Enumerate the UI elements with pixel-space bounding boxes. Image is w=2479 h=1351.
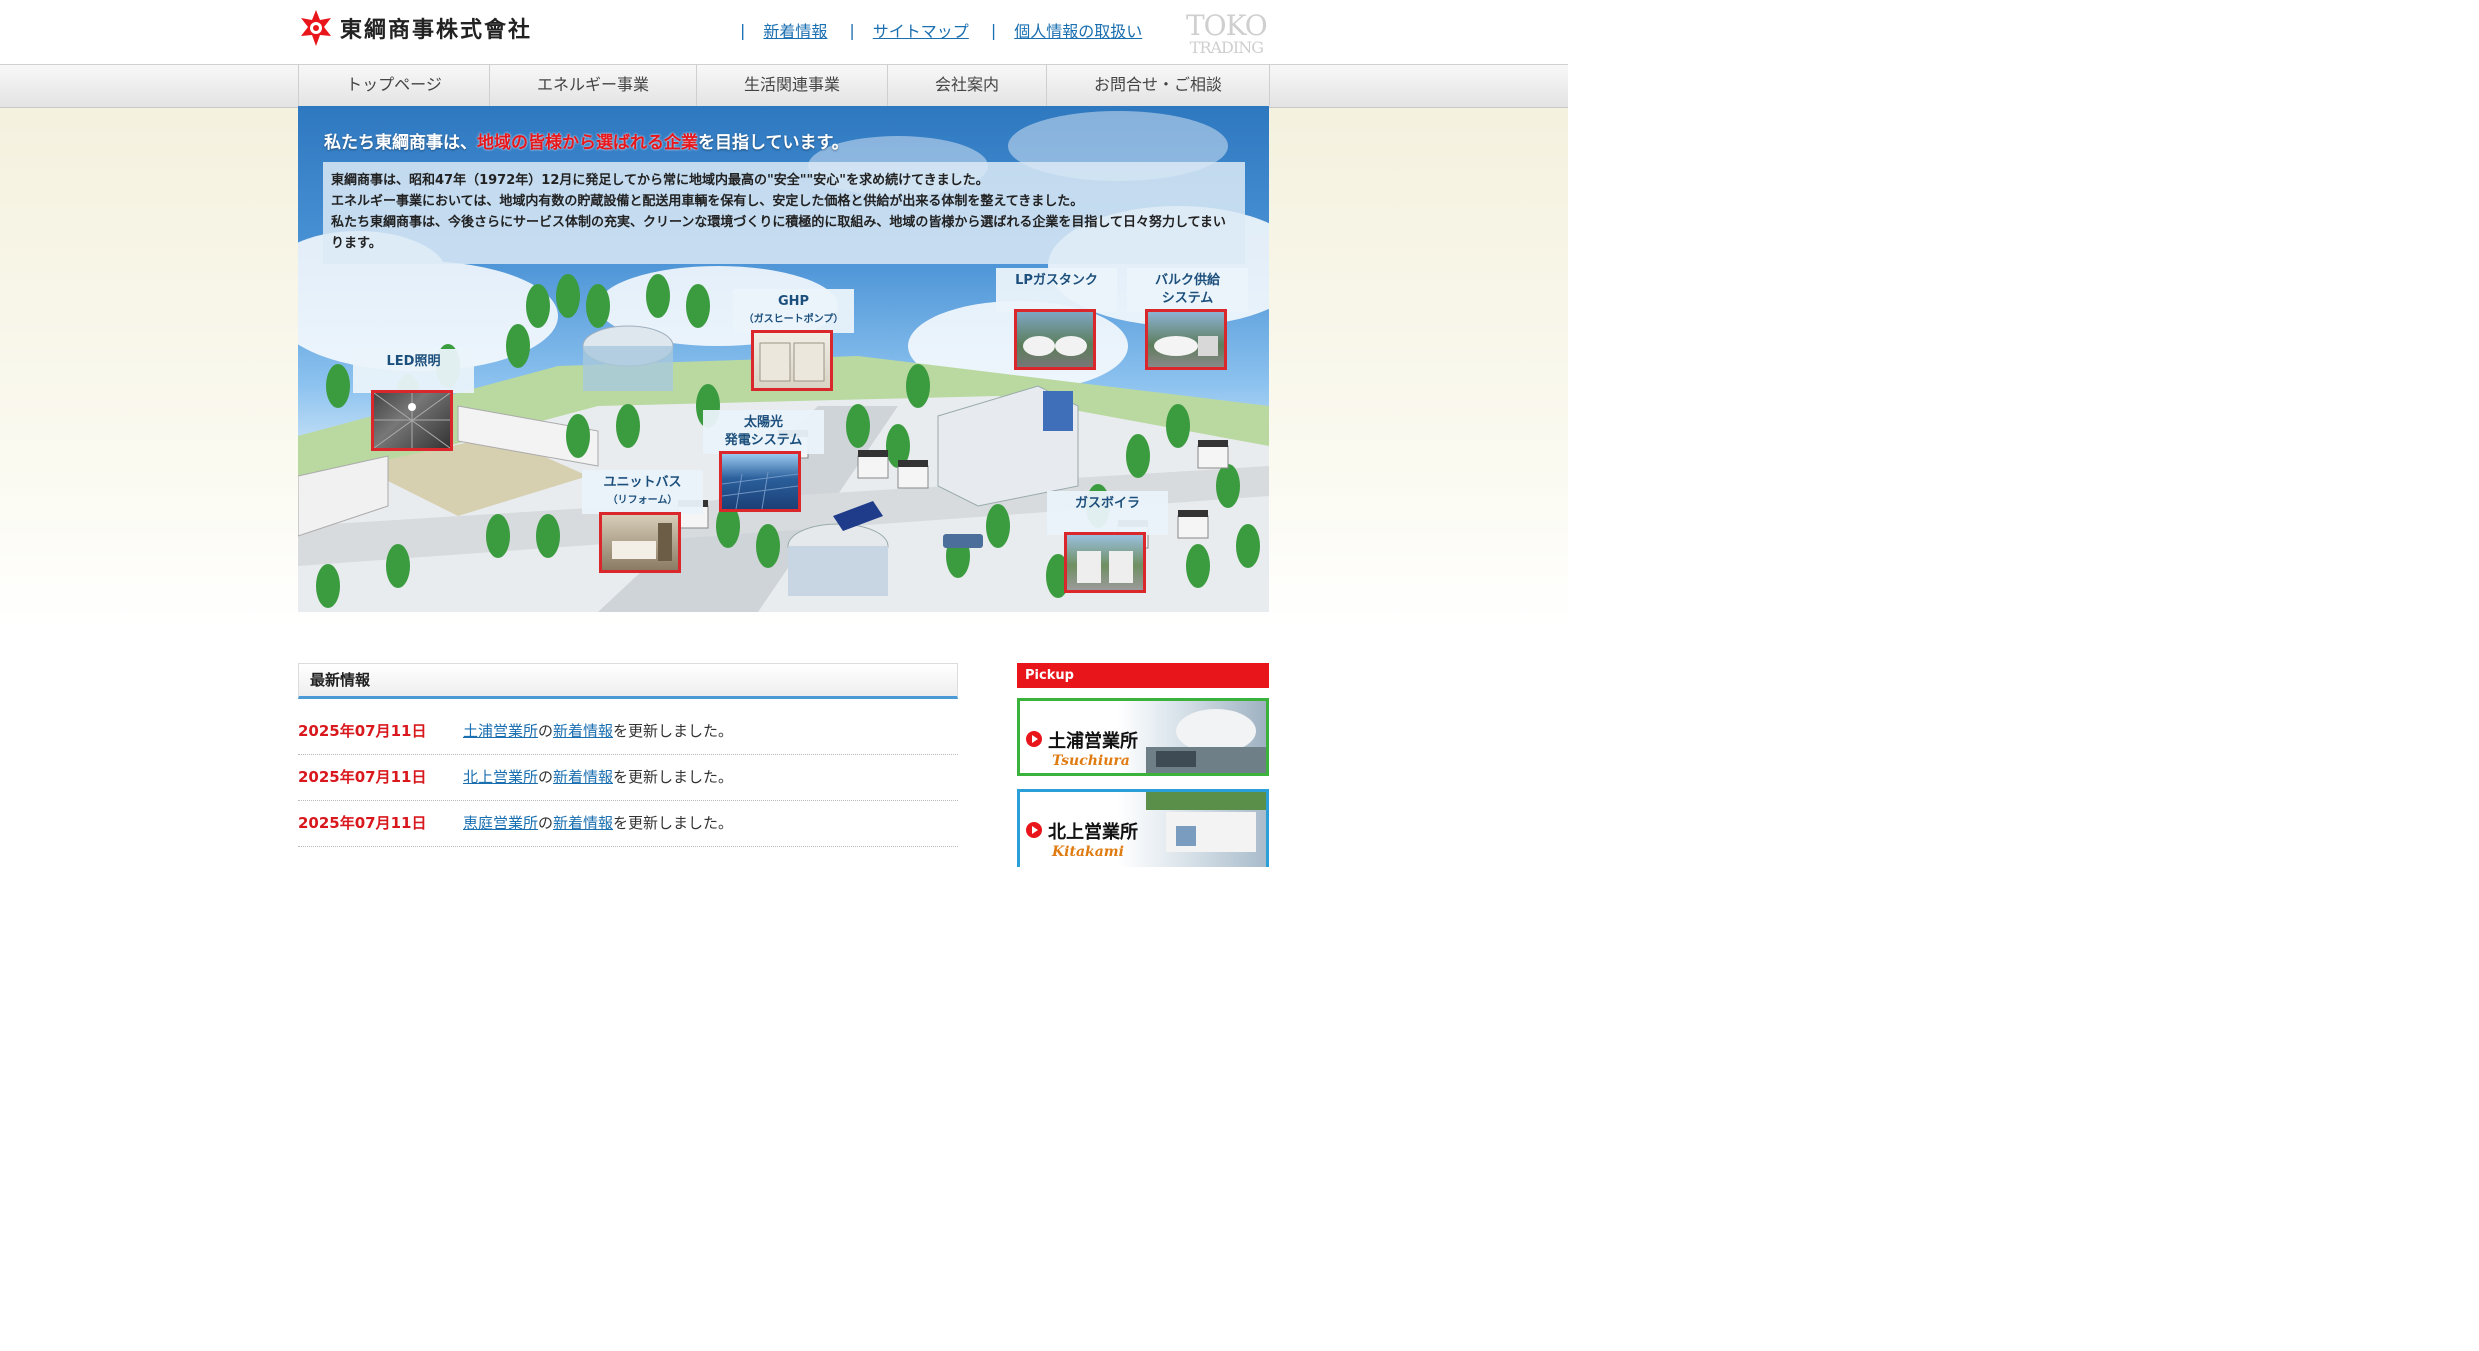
pickup-section: Pickup 土浦営業所 Tsuchiura 北上営業所 Kitakami <box>1017 663 1269 867</box>
news-date: 2025年07月11日 <box>298 722 427 740</box>
news-office-link[interactable]: 土浦営業所 <box>463 722 538 740</box>
news-text: 土浦営業所の新着情報を更新しました。 <box>463 709 733 754</box>
utility-link-news[interactable]: 新着情報 <box>763 18 827 42</box>
hero-label-lp-tank[interactable]: LPガスタンク <box>996 268 1117 312</box>
hero-label-bulk-line-1: バルク供給 <box>1154 273 1220 288</box>
news-item: 2025年07月11日 恵庭営業所の新着情報を更新しました。 <box>298 801 958 847</box>
unit-bath-photo[interactable] <box>599 512 681 573</box>
hero-label-unit-bath-text: ユニットバス <box>603 475 682 490</box>
news-text: 恵庭営業所の新着情報を更新しました。 <box>463 801 733 846</box>
hero-label-gas-boiler[interactable]: ガスボイラ <box>1047 491 1168 535</box>
office-photo-tsuchiura <box>1146 709 1266 773</box>
led-lighting-photo[interactable] <box>371 390 453 451</box>
news-suffix: を更新しました。 <box>613 722 734 740</box>
utility-separator: | <box>740 20 746 40</box>
utility-link-privacy[interactable]: 個人情報の取扱い <box>1014 18 1142 42</box>
hero-label-solar-line-2: 発電システム <box>724 433 803 448</box>
hero-headline-before: 私たち東綱商事は、 <box>324 133 477 153</box>
brand-mark-line-1: TOKO <box>1186 9 1268 42</box>
utility-link-sitemap[interactable]: サイトマップ <box>873 18 969 42</box>
heat-pump-unit-icon <box>759 342 825 382</box>
hero-headline-highlight: 地域の皆様から選ばれる企業 <box>477 133 698 153</box>
news-heading: 最新情報 <box>298 663 958 699</box>
pickup-banner-title: 土浦営業所 <box>1048 731 1138 752</box>
nav-item-top[interactable]: トップページ <box>298 64 489 106</box>
news-update-link[interactable]: 新着情報 <box>553 768 613 786</box>
play-icon <box>1026 731 1042 747</box>
nav-item-company[interactable]: 会社案内 <box>887 64 1046 106</box>
hero-label-solar[interactable]: 太陽光 発電システム <box>703 410 824 454</box>
led-ceiling-icon <box>374 393 450 448</box>
lp-gas-tank-photo[interactable] <box>1014 309 1096 370</box>
news-update-link[interactable]: 新着情報 <box>553 722 613 740</box>
hero-label-unit-bath-sub: （リフォーム） <box>607 495 678 506</box>
news-text: 北上営業所の新着情報を更新しました。 <box>463 755 733 800</box>
tanker-truck-icon <box>1154 336 1218 356</box>
utility-separator: | <box>849 20 855 40</box>
news-suffix: を更新しました。 <box>613 814 734 832</box>
pickup-banner-title: 北上営業所 <box>1048 822 1138 843</box>
office-photo-kitakami <box>1146 792 1266 852</box>
company-name: 東綱商事株式會社 <box>340 18 533 43</box>
company-emblem-icon <box>301 10 331 46</box>
pickup-banner-subtitle: Tsuchiura <box>1052 753 1130 769</box>
hero-headline-after: を目指しています。 <box>698 133 849 153</box>
hero-label-led-text: LED照明 <box>386 354 441 369</box>
hero-label-ghp-text: GHP <box>777 294 810 309</box>
hero-label-gas-boiler-text: ガスボイラ <box>1074 496 1140 511</box>
hero-intro-line: 東綱商事は、昭和47年（1972年）12月に発足してから常に地域内最高の"安全"… <box>331 173 989 188</box>
pickup-banner-tsuchiura[interactable]: 土浦営業所 Tsuchiura <box>1017 698 1269 776</box>
hero-banner: 私たち東綱商事は、地域の皆様から選ばれる企業を目指しています。 東綱商事は、昭和… <box>298 106 1269 612</box>
hero-label-bulk[interactable]: バルク供給 システム <box>1127 268 1248 312</box>
hero-intro-box: 東綱商事は、昭和47年（1972年）12月に発足してから常に地域内最高の"安全"… <box>323 162 1245 264</box>
global-nav: トップページ エネルギー事業 生活関連事業 会社案内 お問合せ・ご相談 <box>298 64 1270 106</box>
hero-label-ghp-sub: （ガスヒートポンプ） <box>743 314 844 325</box>
brand-mark-line-2: TRADING <box>1189 38 1264 57</box>
gas-boiler-photo[interactable] <box>1064 532 1146 593</box>
utility-nav: | 新着情報 | サイトマップ | 個人情報の取扱い <box>740 18 1164 42</box>
hero-intro-line: 私たち東綱商事は、今後さらにサービス体制の充実、クリーンな環境づくりに積極的に取… <box>331 215 1226 251</box>
company-logo[interactable]: 東綱商事株式會社 <box>298 8 532 48</box>
news-particle: の <box>538 722 554 740</box>
news-date: 2025年07月11日 <box>298 814 427 832</box>
hero-label-lp-tank-text: LPガスタンク <box>1015 273 1098 288</box>
pickup-banner-subtitle: Kitakami <box>1052 844 1124 860</box>
solar-power-photo[interactable] <box>719 451 801 512</box>
solar-panel-icon <box>722 471 798 509</box>
nav-item-lifestyle[interactable]: 生活関連事業 <box>696 64 887 106</box>
play-icon <box>1026 822 1042 838</box>
news-office-link[interactable]: 恵庭営業所 <box>463 814 538 832</box>
bulk-supply-photo[interactable] <box>1145 309 1227 370</box>
hero-intro-line: エネルギー事業においては、地域内有数の貯蔵設備と配送用車輌を保有し、安定した価格… <box>331 194 1084 209</box>
hero-label-unit-bath[interactable]: ユニットバス （リフォーム） <box>582 470 703 514</box>
boiler-unit-icon <box>1077 551 1133 583</box>
utility-separator: | <box>990 20 997 40</box>
hero-label-ghp[interactable]: GHP （ガスヒートポンプ） <box>733 289 854 333</box>
toko-trading-mark: TOKO TRADING <box>1186 9 1268 57</box>
news-particle: の <box>538 768 554 786</box>
nav-item-contact[interactable]: お問合せ・ご相談 <box>1046 64 1270 106</box>
gas-tank-icon <box>1023 336 1087 356</box>
hero-label-led[interactable]: LED照明 <box>353 349 474 393</box>
news-update-link[interactable]: 新着情報 <box>553 814 613 832</box>
pickup-banner-kitakami[interactable]: 北上営業所 Kitakami <box>1017 789 1269 867</box>
news-section: 最新情報 2025年07月11日 土浦営業所の新着情報を更新しました。 2025… <box>298 663 958 847</box>
pickup-heading: Pickup <box>1017 663 1269 688</box>
nav-item-energy[interactable]: エネルギー事業 <box>489 64 696 106</box>
news-suffix: を更新しました。 <box>613 768 734 786</box>
news-item: 2025年07月11日 土浦営業所の新着情報を更新しました。 <box>298 709 958 755</box>
bathroom-icon <box>612 523 672 561</box>
news-item: 2025年07月11日 北上営業所の新着情報を更新しました。 <box>298 755 958 801</box>
ghp-photo[interactable] <box>751 330 833 391</box>
news-office-link[interactable]: 北上営業所 <box>463 768 538 786</box>
hero-label-bulk-line-2: システム <box>1161 291 1214 306</box>
hero-headline: 私たち東綱商事は、地域の皆様から選ばれる企業を目指しています。 <box>324 128 849 153</box>
news-date: 2025年07月11日 <box>298 768 427 786</box>
news-particle: の <box>538 814 554 832</box>
hero-label-solar-line-1: 太陽光 <box>743 415 783 430</box>
site-header: 東綱商事株式會社 | 新着情報 | サイトマップ | 個人情報の取扱い TOKO… <box>0 0 1568 64</box>
